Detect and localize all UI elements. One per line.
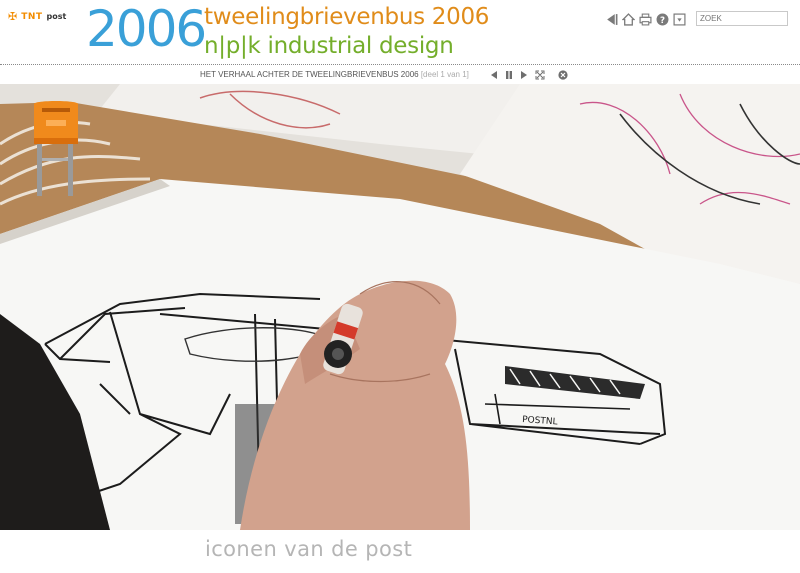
footer-caption: iconen van de post [205,537,413,561]
download-icon[interactable] [672,12,686,26]
video-part: [deel 1 van 1] [420,70,469,79]
back-icon[interactable] [604,12,618,26]
header-divider [0,64,800,65]
home-icon[interactable] [621,12,635,26]
search-input[interactable] [696,11,788,26]
fullscreen-icon[interactable] [534,69,545,80]
header-year: 2006 [86,0,207,58]
logo-suffix: post [46,12,67,21]
page-title: tweelingbrievenbus 2006 [204,4,490,30]
logo-brand: TNT [21,11,43,22]
print-icon[interactable] [638,12,652,26]
previous-icon[interactable] [488,69,499,80]
video-player[interactable]: POSTNL [0,84,800,530]
page-subtitle: n|p|k industrial design [204,33,454,59]
next-icon[interactable] [518,69,529,80]
video-control-bar: HET VERHAAL ACHTER DE TWEELINGBRIEVENBUS… [0,66,800,83]
video-frame-sketch: POSTNL [0,84,800,530]
help-icon[interactable]: ? [655,12,669,26]
tnt-globe-icon: ✠ [8,10,18,23]
video-title-line: HET VERHAAL ACHTER DE TWEELINGBRIEVENBUS… [200,70,469,79]
video-title: HET VERHAAL ACHTER DE TWEELINGBRIEVENBUS… [200,70,419,79]
pause-icon[interactable] [503,69,514,80]
close-icon[interactable] [557,69,568,80]
tnt-post-logo[interactable]: ✠ TNT post [8,11,66,22]
mailbox-illustration [34,101,78,196]
top-toolbar: ? [604,12,686,26]
svg-text:?: ? [659,15,664,25]
